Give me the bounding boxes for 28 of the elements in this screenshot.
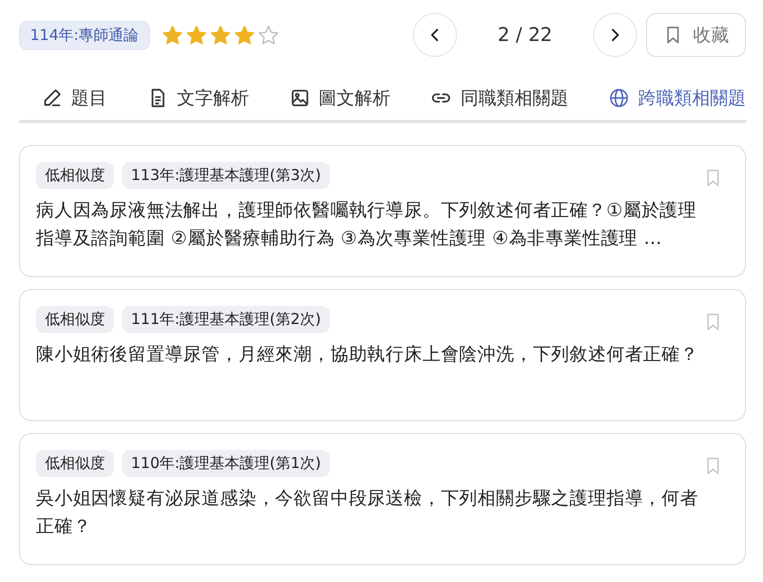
next-button[interactable]: [593, 13, 637, 57]
tab[interactable]: 題目: [41, 86, 107, 110]
question-text: 吳小姐因懷疑有泌尿道感染，今欲留中段尿送檢，下列相關步驟之護理指導，何者正確？: [36, 487, 700, 539]
subject-tag: 114年:專師通論: [19, 20, 150, 50]
tab[interactable]: 跨職類相關題: [608, 86, 746, 110]
similarity-tag: 低相似度: [36, 450, 114, 477]
tab[interactable]: 圖文解析: [288, 86, 390, 110]
question-text: 病人因為尿液無法解出，護理師依醫囑執行導尿。下列敘述何者正確？①屬於護理指導及諮詢範圍 ②屬於醫療輔助行為 ③為次專業性護理 ④為非專業性護理 …: [36, 199, 698, 251]
source-tag: 110年:護理基本護理(第1次): [122, 450, 330, 477]
tab[interactable]: 同職類相關題: [430, 86, 568, 110]
star-icon: [208, 24, 232, 46]
globe-icon: [608, 87, 630, 109]
star-icon: [160, 24, 184, 46]
star-icon: [256, 24, 280, 46]
page-counter: 2 / 22: [496, 24, 554, 46]
previous-button[interactable]: [413, 13, 457, 57]
question-card[interactable]: 低相似度 110年:護理基本護理(第1次) 吳小姐因懷疑有泌尿道感染，今欲留中段尿送檢，下列相關步驟之護理指導，何者正確？: [19, 433, 746, 565]
question-card[interactable]: 低相似度 113年:護理基本護理(第3次) 病人因為尿液無法解出，護理師依醫囑執行導尿。下列敘述何者正確？①屬於護理指導及諮詢範圍 ②屬於醫療輔助行為 ③為次專業性護理 ④為非專業性護理 …: [19, 145, 746, 277]
tab[interactable]: 文字解析: [146, 86, 249, 110]
star-icon: [184, 24, 208, 46]
similarity-tag: 低相似度: [36, 162, 114, 189]
question-card[interactable]: 低相似度 111年:護理基本護理(第2次) 陳小姐術後留置導尿管，月經來潮，協助執行床上會陰沖洗，下列敘述何者正確？: [19, 289, 746, 421]
similarity-tag: 低相似度: [36, 306, 114, 333]
question-text: 陳小姐術後留置導尿管，月經來潮，協助執行床上會陰沖洗，下列敘述何者正確？: [36, 343, 700, 367]
bookmark-button[interactable]: 收藏: [646, 13, 746, 57]
star-icon: [232, 24, 256, 46]
source-tag: 113年:護理基本護理(第3次): [122, 162, 330, 189]
source-tag: 111年:護理基本護理(第2次): [122, 306, 330, 333]
